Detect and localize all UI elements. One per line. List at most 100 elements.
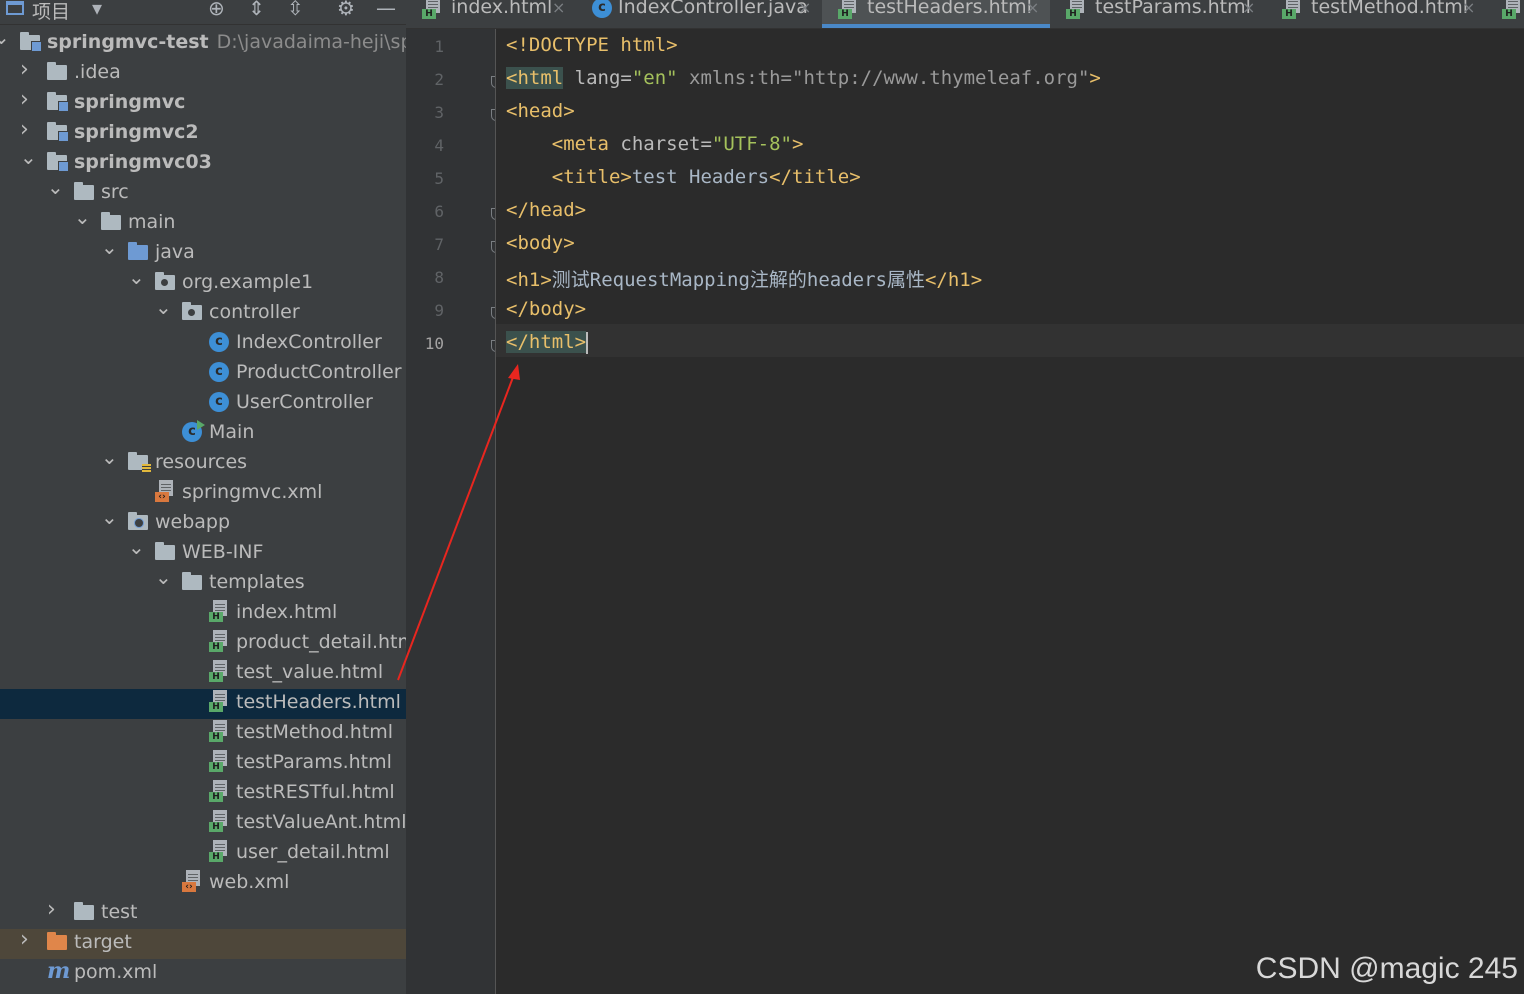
- code-token: "http://www.thymeleaf.org": [792, 67, 1090, 89]
- tree-item-springmvc2[interactable]: › springmvc2: [0, 117, 406, 149]
- code-token: <title>: [506, 166, 632, 188]
- tree-item-springmvc-test[interactable]: ⌄ springmvc-testD:\javadaima-heji\spring: [0, 25, 406, 59]
- tree-item-target[interactable]: › target: [0, 927, 406, 959]
- tree-item-product-detail-html[interactable]: Hproduct_detail.html: [0, 629, 406, 659]
- folder-shape: [182, 302, 202, 320]
- tab-testparams-html[interactable]: HtestParams.html ×: [1050, 0, 1266, 28]
- tree-item-label: UserController: [236, 391, 373, 413]
- chevron-down-icon[interactable]: ⌄: [155, 295, 172, 319]
- tree-item-label: org.example1: [182, 271, 314, 293]
- chevron-down-icon[interactable]: ⌄: [101, 445, 118, 469]
- tab-testheaders-html[interactable]: HtestHeaders.html ×: [822, 0, 1050, 28]
- expand-all-icon[interactable]: ⇕: [248, 0, 265, 20]
- code-token: <html: [506, 67, 564, 89]
- chevron-down-icon[interactable]: ⌄: [0, 25, 10, 49]
- tree-item-testparams-html[interactable]: HtestParams.html: [0, 749, 406, 779]
- tree-item-main[interactable]: ⌄ main: [0, 205, 406, 239]
- chevron-down-icon[interactable]: ⌄: [20, 145, 37, 169]
- tree-item-src[interactable]: ⌄ src: [0, 175, 406, 209]
- tree-item-usercontroller[interactable]: c UserController: [0, 389, 406, 419]
- code-line: <head>: [506, 100, 575, 122]
- tab-index-html[interactable]: Hindex.html ×: [406, 0, 576, 28]
- collapse-all-icon[interactable]: ⇳: [287, 0, 304, 20]
- tree-item-label: Main: [209, 421, 255, 443]
- code-token: charset=: [608, 133, 712, 155]
- tree-item-idea[interactable]: › .idea: [0, 57, 406, 89]
- chevron-right-icon[interactable]: ›: [47, 897, 61, 922]
- folder-shape: [47, 62, 67, 80]
- chevron-right-icon[interactable]: ›: [20, 87, 34, 112]
- folder-shape: [20, 32, 42, 52]
- tree-item-resources[interactable]: ⌄ resources: [0, 445, 406, 479]
- chevron-right-icon[interactable]: ›: [20, 57, 34, 82]
- minimize-icon[interactable]: —: [376, 0, 396, 20]
- chevron-down-icon[interactable]: ⌄: [47, 175, 64, 199]
- gear-icon[interactable]: ⚙: [337, 0, 355, 20]
- close-icon[interactable]: ×: [1242, 0, 1255, 17]
- tree-item-label: springmvc.xml: [182, 481, 323, 503]
- code-line: </head>: [506, 199, 586, 221]
- tree-item-java[interactable]: ⌄ java: [0, 235, 406, 269]
- tree-item-templates[interactable]: ⌄ templates: [0, 565, 406, 599]
- chevron-down-icon[interactable]: ⌄: [74, 205, 91, 229]
- chevron-down-icon[interactable]: ⌄: [101, 505, 118, 529]
- tree-item-springmvc[interactable]: › springmvc: [0, 87, 406, 119]
- project-panel-title[interactable]: 项目: [32, 0, 70, 24]
- tree-item-org-example1[interactable]: ⌄ org.example1: [0, 265, 406, 299]
- chevron-down-icon[interactable]: ⌄: [128, 265, 145, 289]
- tab-label: index.html: [451, 0, 553, 18]
- folder-shape: [47, 152, 69, 172]
- tree-item-user-detail-html[interactable]: Huser_detail.html: [0, 839, 406, 869]
- code-token: </html>: [506, 331, 587, 353]
- code-line: <h1>测试RequestMapping注解的headers属性</h1>: [506, 265, 982, 292]
- tree-item-pom-xml[interactable]: m pom.xml: [0, 958, 406, 989]
- close-icon[interactable]: ×: [1462, 0, 1475, 17]
- chevron-down-icon[interactable]: ⌄: [101, 235, 118, 259]
- close-icon[interactable]: ×: [552, 0, 565, 17]
- tree-item-main[interactable]: c Main: [0, 419, 406, 449]
- tree-item-indexcontroller[interactable]: c IndexController: [0, 329, 406, 359]
- close-icon[interactable]: ×: [798, 0, 811, 17]
- locate-icon[interactable]: ⊕: [208, 0, 225, 20]
- tree-item-testrestful-html[interactable]: HtestRESTful.html: [0, 779, 406, 809]
- tab-testmethod-html[interactable]: HtestMethod.html ×: [1266, 0, 1486, 28]
- chevron-down-icon[interactable]: ⌄: [155, 565, 172, 589]
- chevron-right-icon[interactable]: ›: [20, 927, 34, 952]
- chevron-down-icon[interactable]: ▾: [92, 0, 102, 20]
- code-line: <body>: [506, 232, 575, 254]
- tree-item-web-inf[interactable]: ⌄ WEB-INF: [0, 535, 406, 569]
- tree-item-webapp[interactable]: ⌄ webapp: [0, 505, 406, 539]
- tab-indexcontroller-java[interactable]: c IndexController.java ×: [576, 0, 822, 28]
- folder-shape: [74, 182, 94, 200]
- tree-item-label: user_detail.html: [236, 841, 390, 863]
- code-line: <meta charset="UTF-8">: [506, 133, 804, 155]
- tree-item-label: target: [74, 931, 132, 953]
- folder-shape: [101, 212, 121, 230]
- tree-item-testmethod-html[interactable]: HtestMethod.html: [0, 719, 406, 749]
- tab-label: testMethod.html: [1311, 0, 1469, 18]
- tree-item-label: web.xml: [209, 871, 290, 893]
- tree-item-productcontroller[interactable]: c ProductController: [0, 359, 406, 389]
- tree-item-testvalueant-html[interactable]: HtestValueAnt.html: [0, 809, 406, 839]
- folder-shape: [128, 512, 148, 530]
- project-path-hint: D:\javadaima-heji\spring: [216, 31, 406, 53]
- folder-shape: [128, 452, 151, 473]
- tree-item-testheaders-html[interactable]: HtestHeaders.html: [0, 689, 406, 719]
- line-number: 2: [434, 70, 444, 89]
- chevron-right-icon[interactable]: ›: [20, 117, 34, 142]
- tree-item-test-value-html[interactable]: Htest_value.html: [0, 659, 406, 689]
- chevron-down-icon[interactable]: ⌄: [128, 535, 145, 559]
- tree-item-label: controller: [209, 301, 300, 323]
- tree-item-label: java: [155, 241, 195, 263]
- code-editor[interactable]: <!DOCTYPE html> <html lang="en" xmlns:th=…: [496, 29, 1524, 994]
- tree-item-springmvc-xml[interactable]: ‹› springmvc.xml: [0, 479, 406, 509]
- tree-item-test[interactable]: › test: [0, 897, 406, 929]
- tree-item-index-html[interactable]: Hindex.html: [0, 599, 406, 629]
- tree-item-web-xml[interactable]: ‹› web.xml: [0, 869, 406, 899]
- tab-label: testHeaders.html: [867, 0, 1032, 18]
- tree-item-controller[interactable]: ⌄ controller: [0, 295, 406, 329]
- folder-shape: [47, 122, 69, 142]
- code-token: "UTF-8": [711, 133, 792, 155]
- tree-item-label: webapp: [155, 511, 231, 533]
- close-icon[interactable]: ×: [1026, 0, 1039, 17]
